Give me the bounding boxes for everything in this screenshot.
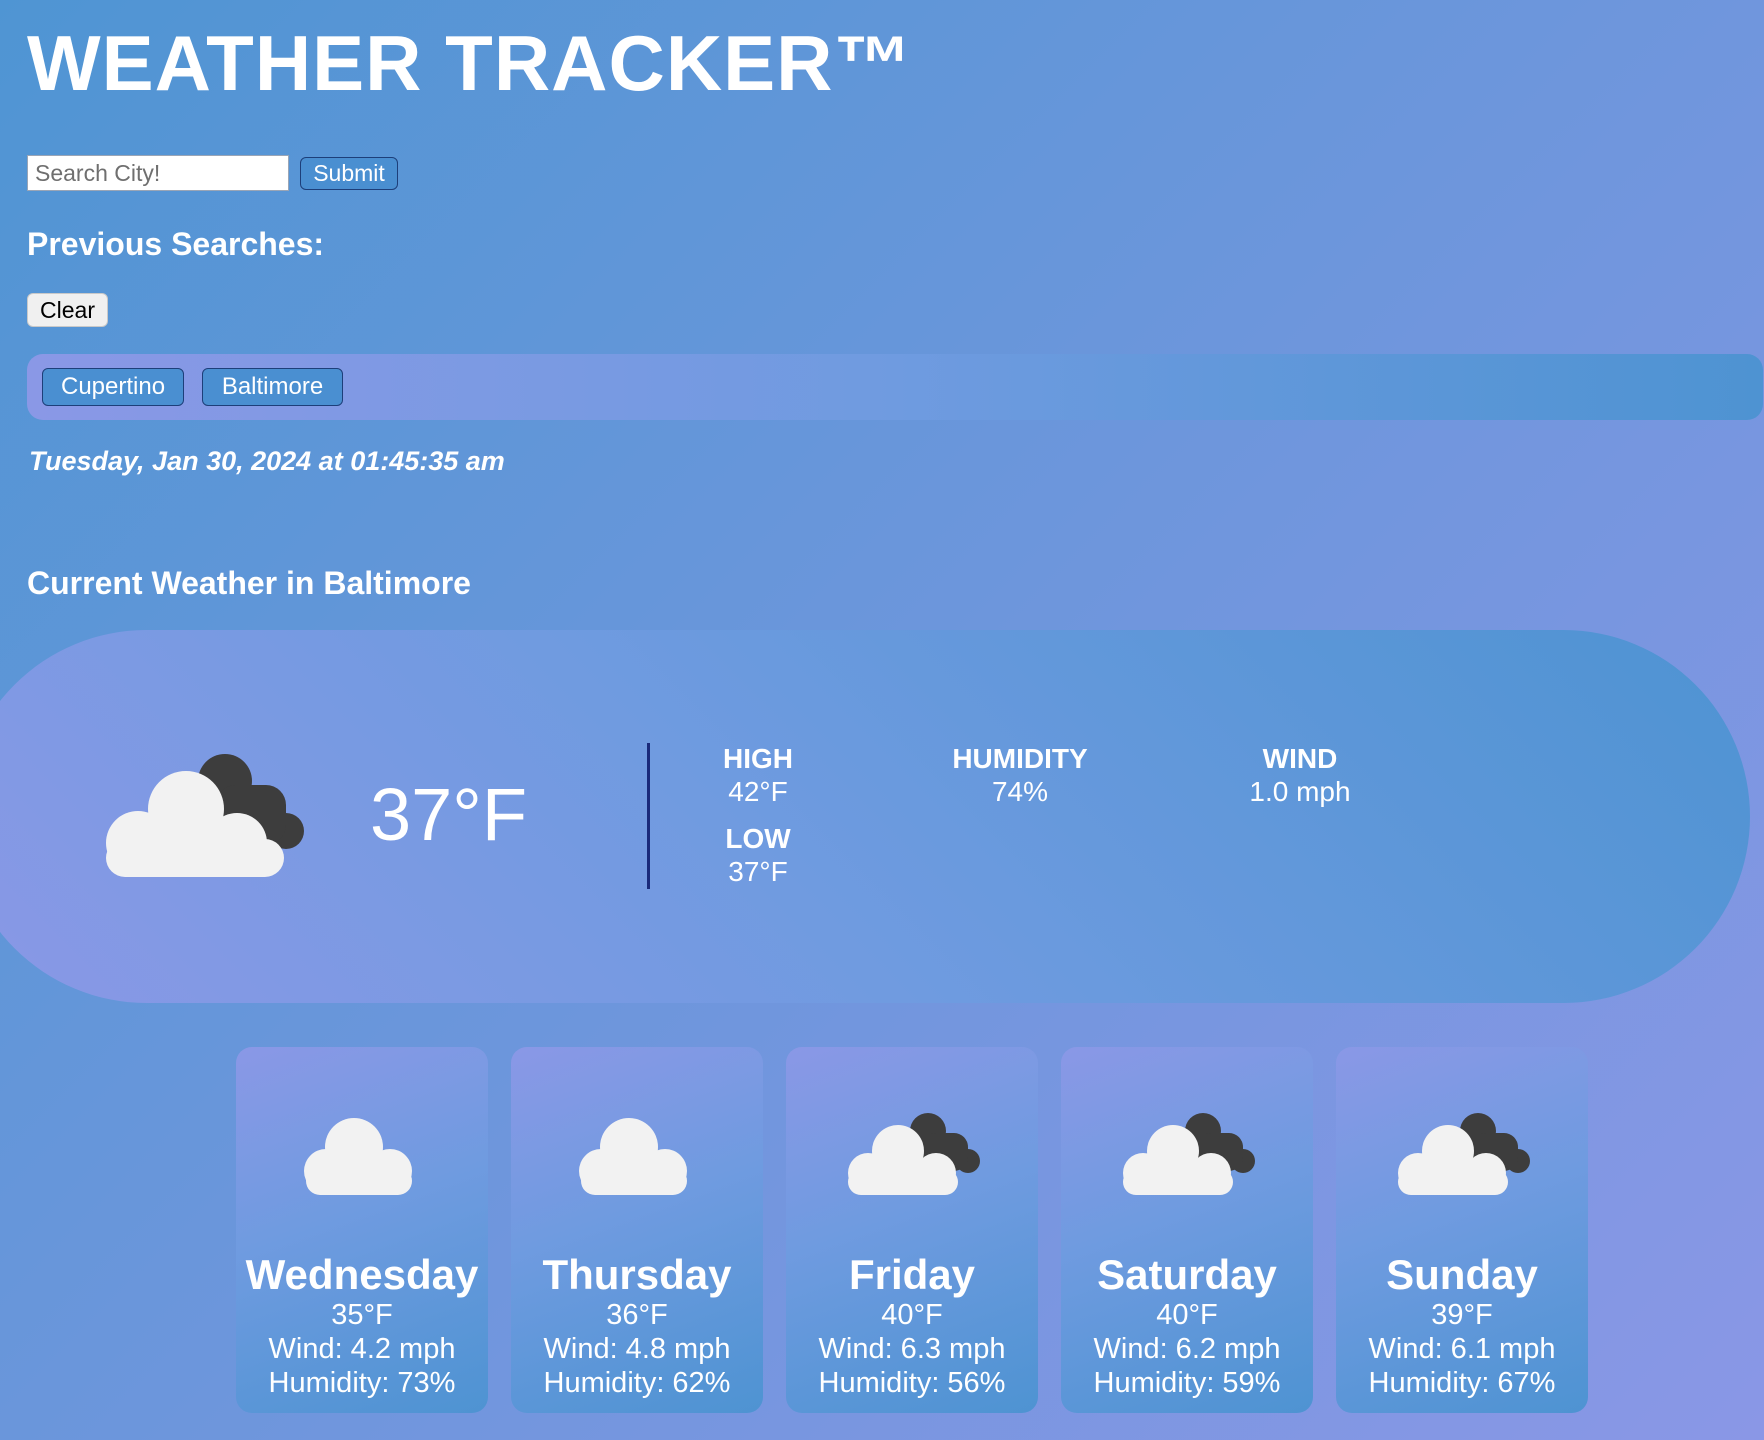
current-datetime: Tuesday, Jan 30, 2024 at 01:45:35 am	[29, 446, 505, 476]
forecast-day: Friday	[848, 1251, 976, 1298]
forecast-wind: Wind: 6.2 mph	[1093, 1333, 1281, 1365]
cloudy-icon	[1398, 1113, 1530, 1195]
forecast-temp: 35°F	[331, 1299, 393, 1331]
forecast-card-friday: Friday 40°F Wind: 6.3 mph Humidity: 56%	[786, 1047, 1038, 1413]
cloud-icon	[579, 1118, 687, 1195]
current-temperature: 37°F	[370, 773, 528, 856]
forecast-wind: Wind: 6.3 mph	[818, 1333, 1006, 1365]
low-value: 37°F	[728, 856, 788, 887]
forecast-day: Thursday	[542, 1251, 732, 1298]
cloudy-icon	[848, 1113, 980, 1195]
high-value: 42°F	[728, 776, 788, 807]
cloudy-icon	[106, 754, 304, 877]
submit-button[interactable]: Submit	[300, 157, 398, 190]
search-input[interactable]	[27, 155, 289, 191]
forecast-humidity: Humidity: 73%	[268, 1367, 456, 1399]
current-weather-heading: Current Weather in Baltimore	[27, 565, 471, 601]
forecast-day: Wednesday	[245, 1251, 479, 1298]
forecast-humidity: Humidity: 56%	[818, 1367, 1006, 1399]
history-city-baltimore[interactable]: Baltimore	[202, 368, 343, 406]
low-stat: LOW 37°F	[700, 822, 816, 888]
forecast-humidity: Humidity: 59%	[1093, 1367, 1281, 1399]
app-title: WEATHER TRACKER™	[27, 19, 913, 107]
stats-divider	[647, 743, 650, 889]
forecast-humidity: Humidity: 62%	[543, 1367, 731, 1399]
high-label: HIGH	[723, 743, 793, 774]
forecast-temp: 39°F	[1431, 1299, 1493, 1331]
search-history-bar: Cupertino Baltimore	[27, 354, 1763, 420]
low-label: LOW	[725, 823, 791, 854]
forecast-card-thursday: Thursday 36°F Wind: 4.8 mph Humidity: 62…	[511, 1047, 763, 1413]
forecast-wind: Wind: 4.8 mph	[543, 1333, 731, 1365]
cloud-icon	[304, 1118, 412, 1195]
forecast-wind: Wind: 6.1 mph	[1368, 1333, 1556, 1365]
history-city-cupertino[interactable]: Cupertino	[42, 368, 184, 406]
wind-label: WIND	[1262, 743, 1338, 774]
previous-searches-heading: Previous Searches:	[27, 226, 325, 262]
high-stat: HIGH 42°F	[700, 742, 816, 808]
forecast-temp: 40°F	[1156, 1299, 1218, 1331]
forecast-temp: 36°F	[606, 1299, 668, 1331]
humidity-label: HUMIDITY	[952, 743, 1088, 774]
forecast-card-wednesday: Wednesday 35°F Wind: 4.2 mph Humidity: 7…	[236, 1047, 488, 1413]
forecast-humidity: Humidity: 67%	[1368, 1367, 1556, 1399]
forecast-day: Saturday	[1097, 1251, 1277, 1298]
forecast-card-saturday: Saturday 40°F Wind: 6.2 mph Humidity: 59…	[1061, 1047, 1313, 1413]
forecast-card-sunday: Sunday 39°F Wind: 6.1 mph Humidity: 67%	[1336, 1047, 1588, 1413]
cloudy-icon	[1123, 1113, 1255, 1195]
clear-button[interactable]: Clear	[27, 293, 108, 327]
forecast-wind: Wind: 4.2 mph	[268, 1333, 456, 1365]
wind-stat: WIND 1.0 mph	[1220, 742, 1380, 808]
forecast-day: Sunday	[1386, 1251, 1538, 1298]
humidity-stat: HUMIDITY 74%	[930, 742, 1110, 808]
forecast-temp: 40°F	[881, 1299, 943, 1331]
wind-value: 1.0 mph	[1249, 776, 1351, 807]
humidity-value: 74%	[991, 776, 1049, 807]
